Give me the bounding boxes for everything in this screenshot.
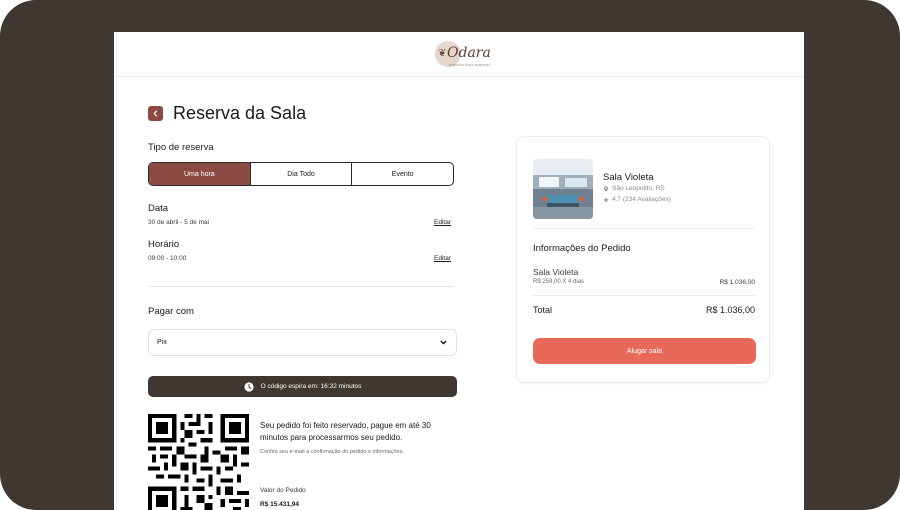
card-divider <box>533 295 755 296</box>
time-label: Horário <box>148 239 180 250</box>
time-value: 09:00 - 10:00 <box>148 255 187 262</box>
booking-type-full-day-option[interactable]: Dia Todo <box>251 163 353 185</box>
card-divider <box>533 228 755 229</box>
edit-time-link[interactable]: Editar <box>434 255 451 262</box>
order-value: R$ 15.431,94 <box>260 501 300 508</box>
order-item-price: R$ 1.036,00 <box>719 279 755 286</box>
total-value: R$ 1.036,00 <box>705 305 755 315</box>
clock-icon <box>243 381 254 392</box>
payment-method-select[interactable]: Pix <box>148 329 457 356</box>
booking-type-hour-option[interactable]: Uma hora <box>149 163 251 185</box>
back-button[interactable] <box>148 106 163 121</box>
pix-qr-code <box>148 414 249 510</box>
room-location: São Leopoldo, RS <box>603 185 665 192</box>
section-divider <box>148 286 454 287</box>
booking-type-selector: Uma hora Dia Todo Evento <box>148 162 454 186</box>
date-value: 30 de abril - 5 de mai <box>148 219 210 226</box>
payment-method-value: Pix <box>157 339 167 346</box>
brand-logo[interactable]: ❦ Odara ESPAÇOS PARA EVENTOS <box>435 41 491 69</box>
edit-date-link[interactable]: Editar <box>434 219 451 226</box>
room-location-text: São Leopoldo, RS <box>612 185 665 192</box>
booking-type-label: Tipo de reserva <box>148 142 214 153</box>
pix-expiry-banner: O código espira em: 16:32 minutos <box>148 376 457 397</box>
page-title: Reserva da Sala <box>173 103 307 123</box>
logo-tagline: ESPAÇOS PARA EVENTOS <box>449 63 491 67</box>
room-photo <box>533 159 593 219</box>
expiry-text: O código espira em: 16:32 minutos <box>260 383 362 390</box>
app-frame: ❦ Odara ESPAÇOS PARA EVENTOS Reserva da … <box>0 0 900 510</box>
booking-page: ❦ Odara ESPAÇOS PARA EVENTOS Reserva da … <box>114 32 804 510</box>
star-icon <box>603 196 609 202</box>
total-label: Total <box>533 305 553 315</box>
room-rating-text: 4.7 (234 Avaliações) <box>612 196 671 203</box>
email-confirmation-note: Confira seu e-mail a confirmação do pedi… <box>260 449 404 455</box>
room-image <box>533 159 593 219</box>
booking-type-event-option[interactable]: Evento <box>352 163 453 185</box>
room-name: Sala Violeta <box>603 172 654 183</box>
order-summary-card: Sala Violeta São Leopoldo, RS 4.7 (234 A… <box>516 136 770 383</box>
rent-room-button[interactable]: Alugar sala <box>533 338 756 364</box>
chevron-left-icon <box>153 110 158 117</box>
leaf-icon: ❦ <box>438 48 447 59</box>
date-label: Data <box>148 203 169 214</box>
order-info-title: Informações do Pedido <box>533 243 631 254</box>
logo-text: Odara <box>447 45 491 61</box>
payment-instructions: Seu pedido foi feito reservado, pague em… <box>260 421 431 442</box>
location-pin-icon <box>603 185 609 192</box>
order-value-label: Valor do Pedido <box>260 487 306 494</box>
order-item-calculation: R$ 259,00 X 4 dias <box>533 279 585 285</box>
order-item-name: Sala Violeta <box>533 267 579 277</box>
payment-label: Pagar com <box>148 306 194 317</box>
top-bar: ❦ Odara ESPAÇOS PARA EVENTOS <box>114 32 804 77</box>
room-rating: 4.7 (234 Avaliações) <box>603 196 671 203</box>
chevron-down-icon <box>440 340 447 345</box>
